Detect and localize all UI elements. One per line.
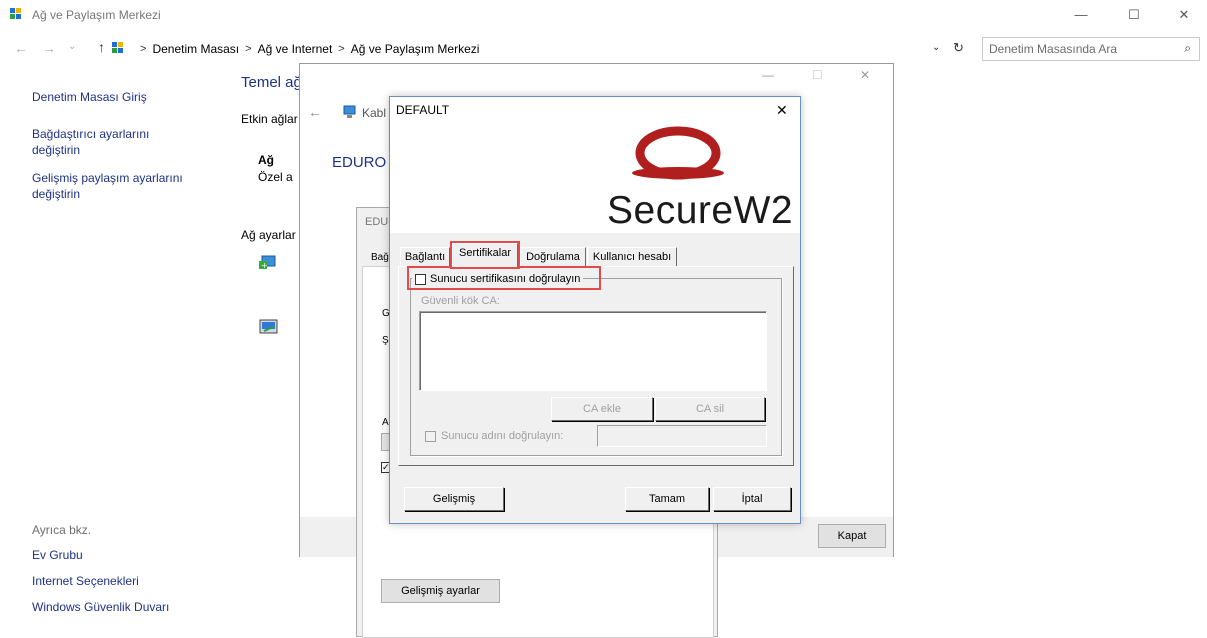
search-input[interactable]: Denetim Masasında Ara: [989, 42, 1117, 56]
forward-arrow-icon[interactable]: →: [42, 40, 56, 56]
cancel-button[interactable]: İptal: [713, 487, 791, 511]
dialog-header: DEFAULT ✕ SecureW2: [390, 97, 800, 233]
chevron-right-icon: >: [245, 43, 252, 55]
control-panel-icon: [112, 42, 128, 56]
search-icon[interactable]: ⌕: [1184, 41, 1191, 56]
chevron-right-icon: >: [140, 43, 147, 55]
minimize-button[interactable]: —: [1074, 8, 1088, 22]
dialog-close-icon[interactable]: ✕: [776, 102, 788, 119]
address-bar[interactable]: > Denetim Masası > Ağ ve Internet > Ağ v…: [112, 38, 947, 60]
close-button[interactable]: ✕: [1177, 8, 1191, 22]
title-bar: Ağ ve Paylaşım Merkezi — ☐ ✕: [0, 0, 1207, 30]
back-arrow-icon[interactable]: ←: [308, 104, 322, 120]
new-connection-icon[interactable]: +: [259, 252, 279, 272]
breadcrumb-network-internet[interactable]: Ağ ve Internet: [258, 42, 333, 56]
certificates-panel: Sunucu sertifikasını doğrulayın Güvenli …: [398, 266, 794, 466]
network-settings-label: Ağ ayarlar: [241, 228, 296, 242]
advanced-button[interactable]: Gelişmiş: [404, 487, 504, 511]
eduroam-title-fragment: EDU: [365, 216, 389, 228]
verify-cert-highlight: [407, 266, 601, 290]
brand-name: SecureW2: [607, 189, 794, 232]
server-name-input[interactable]: [597, 425, 767, 447]
dialog-title: DEFAULT: [396, 103, 450, 117]
sidebar-item-adapter-settings[interactable]: Bağdaştırıcı ayarlarını değiştirin: [32, 126, 182, 158]
network-name-fragment: EDURO: [332, 154, 387, 171]
trusted-root-ca-label: Güvenli kök CA:: [421, 295, 500, 307]
tab-authentication[interactable]: Doğrulama: [520, 247, 586, 267]
window-maximize-icon[interactable]: ☐: [812, 68, 823, 82]
trusted-root-ca-list[interactable]: [419, 311, 767, 391]
network-type: Özel a: [258, 170, 293, 184]
ca-remove-button[interactable]: CA sil: [655, 397, 765, 421]
window-title: Ağ ve Paylaşım Merkezi: [32, 8, 161, 22]
label-fragment-s: Ş: [382, 335, 389, 346]
active-networks-label: Etkin ağlar: [241, 112, 298, 126]
close-window-button[interactable]: Kapat: [818, 524, 886, 548]
svg-text:+: +: [261, 261, 268, 270]
troubleshoot-icon[interactable]: [259, 318, 279, 338]
search-box[interactable]: Denetim Masasında Ara ⌕: [982, 37, 1200, 61]
wireless-network-icon: [342, 104, 358, 120]
up-arrow-icon[interactable]: ↑: [98, 39, 105, 55]
window-title-fragment: Kabl: [362, 106, 387, 120]
history-dropdown-icon[interactable]: ⌄: [68, 41, 76, 52]
network-center-icon: [10, 8, 26, 22]
link-homegroup[interactable]: Ev Grubu: [32, 547, 83, 563]
ok-button[interactable]: Tamam: [625, 487, 709, 511]
tab-user-account[interactable]: Kullanıcı hesabı: [587, 247, 677, 267]
breadcrumb-network-center[interactable]: Ağ ve Paylaşım Merkezi: [351, 42, 480, 56]
see-also-heading: Ayrıca bkz.: [32, 523, 92, 537]
securew2-dialog: DEFAULT ✕ SecureW2 Bağlantı Sertifikalar…: [389, 96, 801, 524]
link-internet-options[interactable]: Internet Seçenekleri: [32, 573, 139, 589]
chevron-right-icon: >: [338, 43, 345, 55]
verify-server-name-label: Sunucu adını doğrulayın:: [441, 430, 564, 442]
ca-add-button[interactable]: CA ekle: [551, 397, 653, 421]
advanced-settings-button[interactable]: Gelişmiş ayarlar: [381, 579, 500, 603]
address-dropdown-icon[interactable]: ⌄: [932, 42, 940, 53]
label-fragment-a: A: [382, 417, 389, 428]
back-arrow-icon[interactable]: ←: [14, 40, 28, 56]
page-title: Temel ağ: [241, 74, 301, 91]
refresh-icon[interactable]: ↻: [953, 40, 964, 56]
tab-connection-fragment[interactable]: Bağ: [371, 252, 389, 263]
sidebar-item-control-panel-home[interactable]: Denetim Masası Giriş: [32, 89, 147, 105]
verify-server-name-checkbox[interactable]: [425, 431, 436, 442]
network-name: Ağ: [258, 153, 274, 167]
sidebar-item-sharing-settings[interactable]: Gelişmiş paylaşım ayarlarını değiştirin: [32, 170, 202, 202]
window-minimize-icon[interactable]: —: [762, 68, 774, 82]
tab-certificates[interactable]: Sertifikalar: [452, 243, 518, 267]
tab-connection[interactable]: Bağlantı: [400, 247, 450, 267]
breadcrumb-control-panel[interactable]: Denetim Masası: [152, 42, 239, 56]
link-windows-firewall[interactable]: Windows Güvenlik Duvarı: [32, 599, 169, 615]
maximize-button[interactable]: ☐: [1127, 8, 1141, 22]
window-close-icon[interactable]: ✕: [860, 68, 870, 82]
securew2-logo-icon: [628, 123, 728, 185]
